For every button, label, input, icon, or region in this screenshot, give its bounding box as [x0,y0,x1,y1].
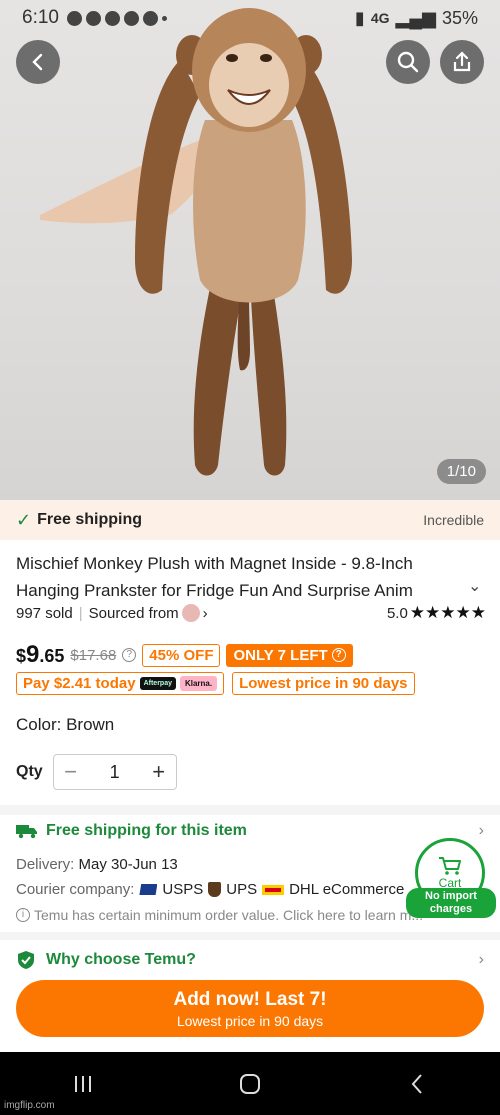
share-icon [453,51,471,72]
product-title[interactable]: Mischief Monkey Plush with Magnet Inside… [16,550,456,604]
courier-company: Courier company: USPS UPS DHL eCommerce [16,881,405,898]
info-icon: i [16,908,30,922]
image-counter: 1/10 [436,459,486,484]
news-icon [104,10,120,26]
system-nav-bar [0,1052,500,1115]
cart-icon [439,857,461,875]
back-button[interactable] [16,40,60,84]
add-to-cart-button[interactable]: Add now! Last 7! Lowest price in 90 days [16,980,484,1037]
chevron-right-icon[interactable]: › [203,605,208,622]
system-back-button[interactable] [397,1064,437,1104]
divider: | [78,604,83,622]
stock-badge[interactable]: ONLY 7 LEFT ? [226,643,353,667]
discount-badge: 45% OFF [142,643,221,667]
info-icon: ? [331,648,346,662]
news-icon [85,10,101,26]
chevron-down-icon[interactable]: ⌄ [468,576,481,596]
truck-icon [16,825,37,839]
quantity-value[interactable]: 1 [88,762,142,783]
sourced-from-link[interactable]: Sourced from [89,605,179,622]
dhl-logo [262,884,285,895]
battery-saver-icon: ▮ [354,7,365,28]
floating-cart-button[interactable]: Cart No import charges [406,838,496,918]
imgflip-watermark: imgflip.com [4,1100,55,1111]
network-indicator: 4G [370,10,390,26]
news-icon [123,10,139,26]
status-bar: 6:10 ▮ 4G ▂▄▆ 35% [0,0,500,36]
recent-apps-icon [75,1075,92,1092]
rating[interactable]: 5.0 ★★★★★ [387,603,486,623]
ups-logo [208,882,222,897]
check-icon: ✓ [16,509,32,530]
section-divider [0,932,500,940]
share-button[interactable] [440,40,484,84]
message-icon [66,10,82,26]
more-notifications-icon [161,15,167,21]
notification-icons [66,10,167,26]
why-choose-row[interactable]: Why choose Temu? › [16,950,484,970]
info-icon[interactable]: ? [122,648,137,662]
free-shipping-item-label: Free shipping for this item [46,822,247,839]
product-meta: 997 sold | Sourced from › 5.0 ★★★★★ [16,603,486,623]
shipping-tag: Incredible [423,512,484,528]
installment-badge[interactable]: Pay $2.41 today Afterpay Klarna. [16,672,225,695]
payment-row: Pay $2.41 today Afterpay Klarna. Lowest … [16,672,415,695]
star-icons: ★★★★★ [409,603,486,622]
status-time: 6:10 [22,7,59,28]
home-button[interactable] [230,1064,270,1104]
current-price: $9.65 [16,641,65,668]
original-price: $17.68 [70,646,117,664]
cta-main-label: Add now! Last 7! [173,988,327,1010]
why-choose-label: Why choose Temu? [46,951,196,968]
quantity-row: Qty − 1 + [16,754,177,790]
sold-count: 997 sold [16,604,73,622]
recent-apps-button[interactable] [63,1064,103,1104]
seller-avatar[interactable] [181,604,200,622]
chevron-right-icon: › [478,951,484,968]
no-import-charges-badge: No import charges [406,888,496,918]
free-shipping-label: Free shipping [37,511,142,528]
battery-percent: 35% [441,7,478,28]
minimum-order-note[interactable]: i Temu has certain minimum order value. … [16,907,466,923]
klarna-logo: Klarna. [179,676,218,691]
afterpay-logo: Afterpay [139,677,176,690]
chevron-left-icon [32,53,43,71]
signal-icon: ▂▄▆ [395,7,436,28]
home-icon [239,1073,260,1094]
qty-label: Qty [16,763,43,780]
news-icon [142,10,158,26]
search-icon [397,51,419,73]
price-row: $9.65 $17.68 ? 45% OFF ONLY 7 LEFT ? [16,641,353,669]
delivery-window: Delivery: May 30-Jun 13 [16,856,178,873]
quantity-stepper[interactable]: − 1 + [52,754,177,790]
increase-button[interactable]: + [142,755,176,789]
decrease-button[interactable]: − [54,755,88,789]
product-image-gallery[interactable]: 6:10 ▮ 4G ▂▄▆ 35% 1/10 [0,0,500,500]
search-button[interactable] [386,40,430,84]
free-shipping-bar: ✓ Free shipping Incredible [0,500,500,540]
usps-logo [139,884,158,895]
lowest-price-badge: Lowest price in 90 days [232,672,415,695]
back-icon [411,1073,422,1094]
color-selector[interactable]: Color: Brown [16,715,114,735]
shield-check-icon [18,951,34,969]
cta-sub-label: Lowest price in 90 days [176,1012,324,1029]
section-divider [0,805,500,815]
rating-value: 5.0 [386,604,408,622]
